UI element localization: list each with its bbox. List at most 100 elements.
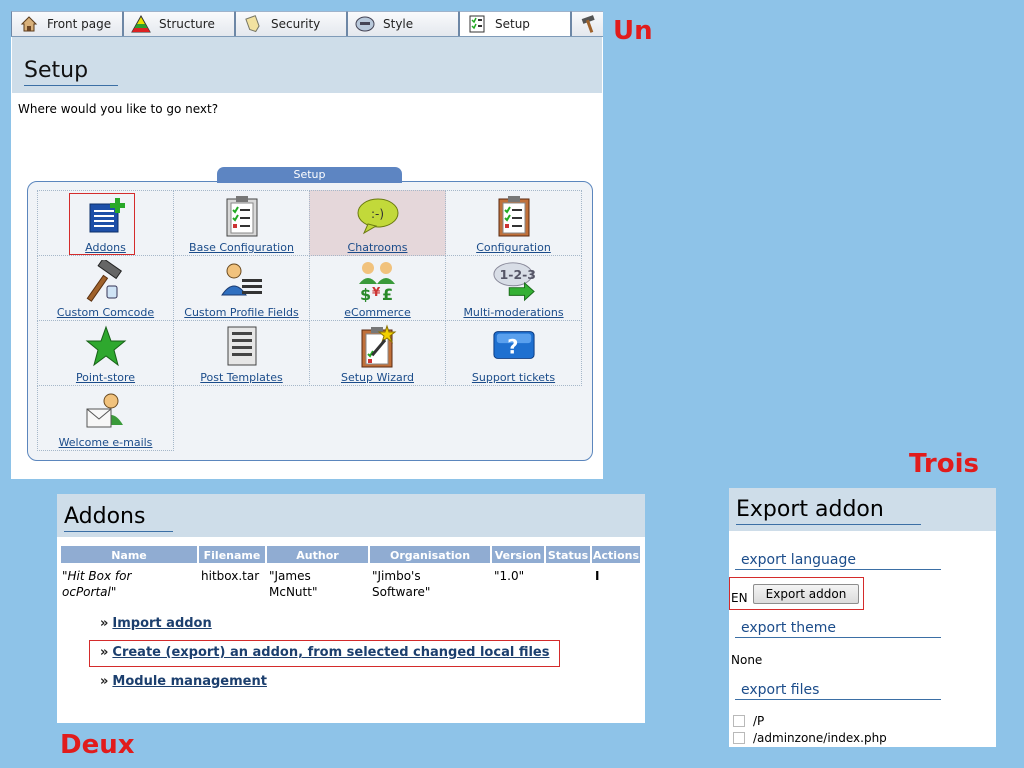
addon-version: "1.0"	[494, 569, 525, 583]
import-addon-link[interactable]: » Import addon	[100, 616, 212, 631]
tab-security[interactable]: Security	[235, 11, 347, 36]
svg-text::-): :-)	[371, 207, 384, 221]
star-icon	[84, 324, 128, 368]
setup-item-welcome-emails[interactable]: Welcome e-mails	[37, 385, 174, 451]
setup-item-custom-comcode[interactable]: Custom Comcode	[37, 255, 174, 321]
section-export-language: export language	[735, 551, 941, 570]
setup-item-label[interactable]: Configuration	[476, 241, 551, 254]
addon-filename: hitbox.tar	[201, 569, 260, 583]
setup-item-label[interactable]: Base Configuration	[189, 241, 294, 254]
export-addon-button[interactable]: Export addon	[753, 584, 859, 604]
link-text[interactable]: Create (export) an addon, from selected …	[112, 645, 549, 660]
bullet-arrow: »	[100, 645, 109, 660]
tab-label: Security	[271, 17, 321, 31]
help-icon: ?	[492, 324, 536, 368]
export-header: Export addon	[729, 488, 996, 531]
setup-item-label[interactable]: Support tickets	[472, 371, 555, 384]
file-path: /P	[753, 714, 765, 728]
pyramid-icon	[131, 14, 151, 34]
addon-organisation: "Jimbo's Software"	[372, 569, 431, 599]
svg-text:¥: ¥	[372, 285, 381, 299]
page-title: Setup	[24, 57, 119, 86]
setup-item-configuration[interactable]: Configuration	[445, 190, 582, 256]
hammer-icon	[84, 259, 128, 303]
tab-tools[interactable]	[571, 11, 603, 36]
setup-item-setup-wizard[interactable]: Setup Wizard	[309, 320, 446, 386]
section-export-files: export files	[735, 681, 941, 700]
clipboard-icon	[220, 194, 264, 238]
setup-item-label[interactable]: eCommerce	[344, 306, 410, 319]
setup-icon-grid: Addons Base Configuration :-) Chatrooms …	[37, 190, 583, 451]
bullet-arrow: »	[100, 674, 109, 689]
tab-front-page[interactable]: Front page	[11, 11, 123, 36]
addon-name: "Hit Box for ocPortal"	[62, 569, 132, 599]
file-checkbox[interactable]	[733, 715, 745, 727]
tab-label: Front page	[47, 17, 112, 31]
setup-item-support-tickets[interactable]: ? Support tickets	[445, 320, 582, 386]
addons-header: Addons	[57, 494, 645, 537]
tag-icon	[243, 14, 263, 34]
setup-item-label[interactable]: Setup Wizard	[341, 371, 414, 384]
setup-item-label[interactable]: Chatrooms	[348, 241, 408, 254]
svg-text:$: $	[360, 285, 371, 302]
setup-item-custom-profile-fields[interactable]: Custom Profile Fields	[173, 255, 310, 321]
addon-author: "James McNutt"	[269, 569, 318, 599]
setup-item-label[interactable]: Post Templates	[200, 371, 282, 384]
file-row: /adminzone/index.php	[733, 731, 887, 745]
file-row: /P	[733, 714, 764, 728]
setup-box-caption: Setup	[217, 167, 402, 183]
file-checkbox[interactable]	[733, 732, 745, 744]
column-header: Author	[266, 545, 369, 564]
intro-text: Where would you like to go next?	[18, 102, 219, 116]
export-title: Export addon	[736, 496, 921, 525]
setup-item-label[interactable]: Welcome e-mails	[59, 436, 153, 449]
svg-text:1-2-3: 1-2-3	[499, 267, 535, 282]
addons-title: Addons	[64, 503, 174, 532]
link-text[interactable]: Import addon	[112, 616, 211, 631]
checklist-icon	[467, 14, 487, 34]
chat-bubble-icon: :-)	[356, 194, 400, 238]
palette-icon	[355, 14, 375, 34]
house-icon	[19, 14, 39, 34]
setup-item-label[interactable]: Custom Profile Fields	[184, 306, 298, 319]
bullet-arrow: »	[100, 616, 109, 631]
module-management-link[interactable]: » Module management	[100, 674, 267, 689]
setup-item-point-store[interactable]: Point-store	[37, 320, 174, 386]
tab-setup[interactable]: Setup	[459, 11, 571, 36]
column-header: Filename	[198, 545, 266, 564]
tab-structure[interactable]: Structure	[123, 11, 235, 36]
setup-item-base-configuration[interactable]: Base Configuration	[173, 190, 310, 256]
create-export-addon-link[interactable]: » Create (export) an addon, from selected…	[100, 645, 549, 660]
multi-moderation-icon: 1-2-3	[492, 259, 536, 303]
setup-item-label[interactable]: Multi-moderations	[463, 306, 563, 319]
setup-item-label[interactable]: Point-store	[76, 371, 135, 384]
annotation-label-deux: Deux	[60, 730, 135, 760]
page-header: Setup	[12, 37, 602, 93]
theme-value: None	[731, 653, 763, 667]
selection-highlight	[69, 193, 135, 255]
setup-item-chatrooms[interactable]: :-) Chatrooms	[309, 190, 446, 256]
tab-style[interactable]: Style	[347, 11, 459, 36]
mail-person-icon	[84, 389, 128, 433]
column-header: Actions	[591, 545, 641, 564]
svg-text:?: ?	[507, 336, 518, 359]
setup-item-ecommerce[interactable]: $ £ ¥ eCommerce	[309, 255, 446, 321]
setup-item-label[interactable]: Custom Comcode	[57, 306, 154, 319]
section-export-theme: export theme	[735, 619, 941, 638]
export-addon-panel: Export addon export language EN Export a…	[729, 488, 996, 747]
addon-action-icon[interactable]: I	[595, 568, 599, 584]
file-path: /adminzone/index.php	[753, 731, 887, 745]
document-icon	[220, 324, 264, 368]
setup-item-post-templates[interactable]: Post Templates	[173, 320, 310, 386]
tab-label: Style	[383, 17, 414, 31]
setup-item-addons[interactable]: Addons	[37, 190, 174, 256]
column-header: Version	[491, 545, 545, 564]
zone-tab-bar: Front page Structure Security Style Setu…	[11, 11, 603, 37]
tab-label: Setup	[495, 17, 530, 31]
setup-panel: Front page Structure Security Style Setu…	[11, 11, 603, 479]
annotation-label-un: Un	[613, 16, 653, 46]
svg-text:£: £	[382, 285, 393, 302]
tab-label: Structure	[159, 17, 215, 31]
setup-item-multi-moderations[interactable]: 1-2-3 Multi-moderations	[445, 255, 582, 321]
link-text[interactable]: Module management	[112, 674, 267, 689]
